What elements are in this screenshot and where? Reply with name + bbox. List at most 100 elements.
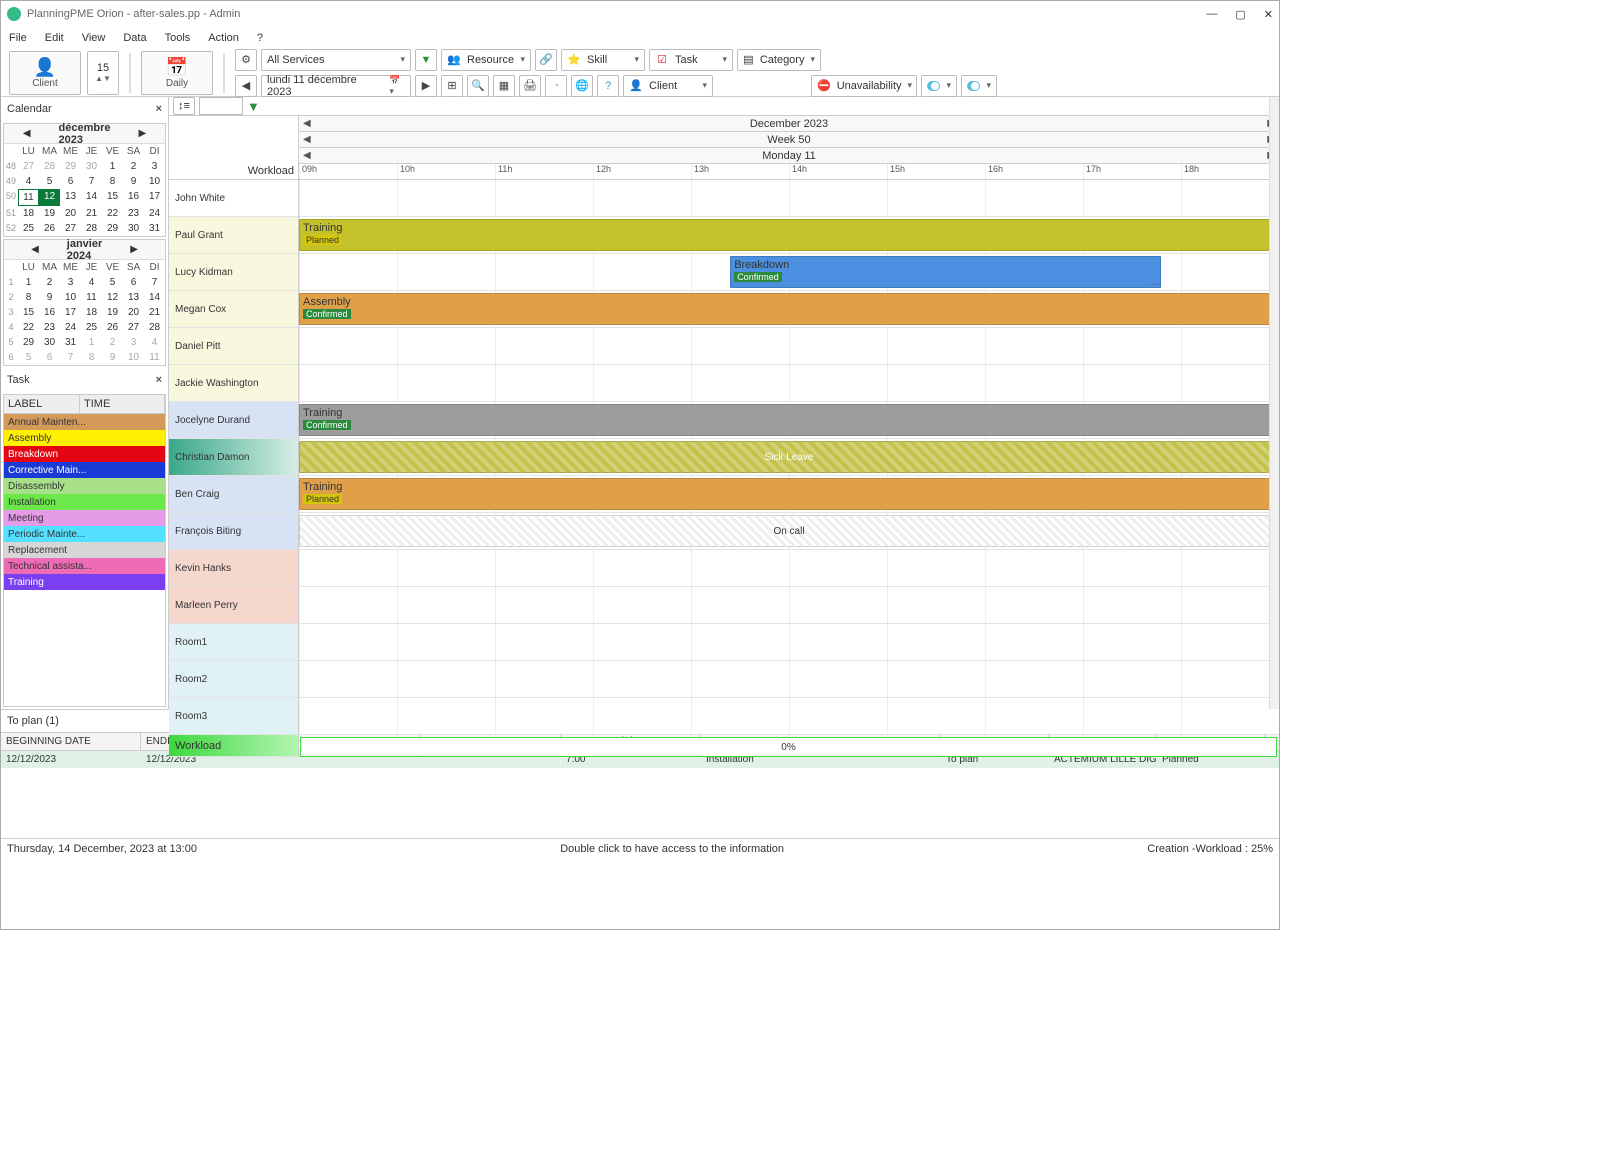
cal-day[interactable]: 18 xyxy=(18,206,39,221)
cal-day[interactable]: 23 xyxy=(39,320,60,335)
cal-next-icon[interactable]: ▶ xyxy=(111,128,175,139)
menu-data[interactable]: Data xyxy=(123,32,146,44)
cal-day[interactable]: 1 xyxy=(18,275,39,290)
resource-row[interactable]: Jocelyne Durand xyxy=(169,402,298,439)
task-col-label[interactable]: LABEL xyxy=(4,395,80,413)
schedule-lane[interactable]: TrainingConfirmed... xyxy=(299,402,1279,439)
cal-day[interactable]: 10 xyxy=(144,174,165,189)
settings-icon[interactable]: ⚙ xyxy=(235,49,257,71)
mini-calendar[interactable]: ◀janvier 2024▶LUMAMEJEVESADI112345672891… xyxy=(3,239,166,366)
sort-icon[interactable]: ↕≡ xyxy=(173,97,195,115)
cal-day[interactable]: 25 xyxy=(18,221,39,236)
task-item[interactable]: Meeting xyxy=(4,510,165,526)
schedule-bar[interactable]: BreakdownConfirmed... xyxy=(730,256,1161,288)
cal-day[interactable]: 29 xyxy=(102,221,123,236)
cal-day[interactable]: 4 xyxy=(81,275,102,290)
task-item[interactable]: Replacement xyxy=(4,542,165,558)
cal-day[interactable]: 28 xyxy=(39,159,60,174)
vertical-scrollbar[interactable] xyxy=(1269,97,1279,709)
cal-day[interactable]: 9 xyxy=(39,290,60,305)
resource-row[interactable]: Kevin Hanks xyxy=(169,550,298,587)
cal-day[interactable]: 28 xyxy=(144,320,165,335)
cal-day[interactable]: 9 xyxy=(102,350,123,365)
date-picker[interactable]: lundi 11 décembre 2023 📅▾ xyxy=(261,75,411,97)
daily-button[interactable]: 📅 Daily xyxy=(141,51,213,95)
cal-day[interactable]: 11 xyxy=(81,290,102,305)
cal-day[interactable]: 21 xyxy=(81,206,102,221)
cal-day[interactable]: 30 xyxy=(81,159,102,174)
task-item[interactable]: Assembly xyxy=(4,430,165,446)
cal-day[interactable]: 3 xyxy=(123,335,144,350)
schedule-lane[interactable] xyxy=(299,550,1279,587)
resource-row[interactable]: François Biting xyxy=(169,513,298,550)
cal-day[interactable]: 10 xyxy=(123,350,144,365)
cal-day[interactable]: 30 xyxy=(123,221,144,236)
close-calendar-icon[interactable]: × xyxy=(156,103,162,115)
cal-day[interactable]: 2 xyxy=(102,335,123,350)
cal-day[interactable]: 6 xyxy=(60,174,81,189)
cal-day[interactable]: 12 xyxy=(39,189,60,206)
resource-row[interactable]: Room1 xyxy=(169,624,298,661)
task-item[interactable]: Periodic Mainte... xyxy=(4,526,165,542)
task-item[interactable]: Corrective Main... xyxy=(4,462,165,478)
schedule-lane[interactable] xyxy=(299,180,1279,217)
cal-day[interactable]: 7 xyxy=(60,350,81,365)
menu-view[interactable]: View xyxy=(82,32,106,44)
schedule-lane[interactable]: TrainingPlanned... xyxy=(299,217,1279,254)
close-task-icon[interactable]: × xyxy=(156,374,162,386)
cal-day[interactable]: 15 xyxy=(18,305,39,320)
schedule-lane[interactable] xyxy=(299,661,1279,698)
schedule-lane[interactable] xyxy=(299,624,1279,661)
services-dropdown[interactable]: All Services▾ xyxy=(261,49,411,71)
cal-day[interactable]: 3 xyxy=(144,159,165,174)
unavailability-dropdown[interactable]: ⛔ Unavailability▾ xyxy=(811,75,917,97)
cal-day[interactable]: 2 xyxy=(123,159,144,174)
resource-row[interactable]: Daniel Pitt xyxy=(169,328,298,365)
cal-day[interactable]: 5 xyxy=(102,275,123,290)
cal-day[interactable]: 19 xyxy=(39,206,60,221)
cal-day[interactable]: 18 xyxy=(81,305,102,320)
resource-row[interactable]: Room3 xyxy=(169,698,298,735)
cal-day[interactable]: 8 xyxy=(18,290,39,305)
category-dropdown[interactable]: ▤ Category▾ xyxy=(737,49,821,71)
cal-day[interactable]: 16 xyxy=(123,189,144,206)
cal-day[interactable]: 13 xyxy=(60,189,81,206)
cal-day[interactable]: 5 xyxy=(18,350,39,365)
cal-day[interactable]: 26 xyxy=(39,221,60,236)
resource-row[interactable]: Lucy Kidman xyxy=(169,254,298,291)
schedule-lane[interactable]: BreakdownConfirmed... xyxy=(299,254,1279,291)
menu-edit[interactable]: Edit xyxy=(45,32,64,44)
prev-date-button[interactable]: ◀ xyxy=(235,75,257,97)
cal-day[interactable]: 4 xyxy=(18,174,39,189)
cal-day[interactable]: 9 xyxy=(123,174,144,189)
resource-row[interactable]: Megan Cox xyxy=(169,291,298,328)
cal-day[interactable]: 27 xyxy=(60,221,81,236)
funnel-icon[interactable]: ▼ xyxy=(247,99,260,114)
menu-file[interactable]: File xyxy=(9,32,27,44)
cal-next-icon[interactable]: ▶ xyxy=(102,244,166,255)
filter-icon[interactable]: ▼ xyxy=(415,49,437,71)
cal-day[interactable]: 23 xyxy=(123,206,144,221)
cal-day[interactable]: 31 xyxy=(60,335,81,350)
menu-?[interactable]: ? xyxy=(257,32,263,44)
schedule-lane[interactable] xyxy=(299,587,1279,624)
cal-prev-icon[interactable]: ◀ xyxy=(0,128,59,139)
client-dropdown[interactable]: 👤 Client▾ xyxy=(623,75,713,97)
cal-day[interactable]: 6 xyxy=(123,275,144,290)
schedule-bar[interactable]: Sick Leave... xyxy=(299,441,1279,473)
mini-calendar[interactable]: ◀décembre 2023▶LUMAMEJEVESADI48272829301… xyxy=(3,123,166,237)
schedule-bar[interactable]: AssemblyConfirmed... xyxy=(299,293,1279,325)
cal-day[interactable]: 7 xyxy=(81,174,102,189)
help-icon[interactable]: ? xyxy=(597,75,619,97)
pie-icon[interactable]: ◔ xyxy=(545,75,567,97)
cal-day[interactable]: 24 xyxy=(144,206,165,221)
cal-day[interactable]: 13 xyxy=(123,290,144,305)
cal-day[interactable]: 29 xyxy=(60,159,81,174)
grid-header[interactable]: BEGINNING DATE xyxy=(1,733,141,750)
cal-day[interactable]: 7 xyxy=(144,275,165,290)
cal-day[interactable]: 4 xyxy=(144,335,165,350)
resource-row[interactable]: John White xyxy=(169,180,298,217)
cal-day[interactable]: 20 xyxy=(123,305,144,320)
schedule-lane[interactable]: TrainingPlanned... xyxy=(299,476,1279,513)
resource-row[interactable]: Room2 xyxy=(169,661,298,698)
